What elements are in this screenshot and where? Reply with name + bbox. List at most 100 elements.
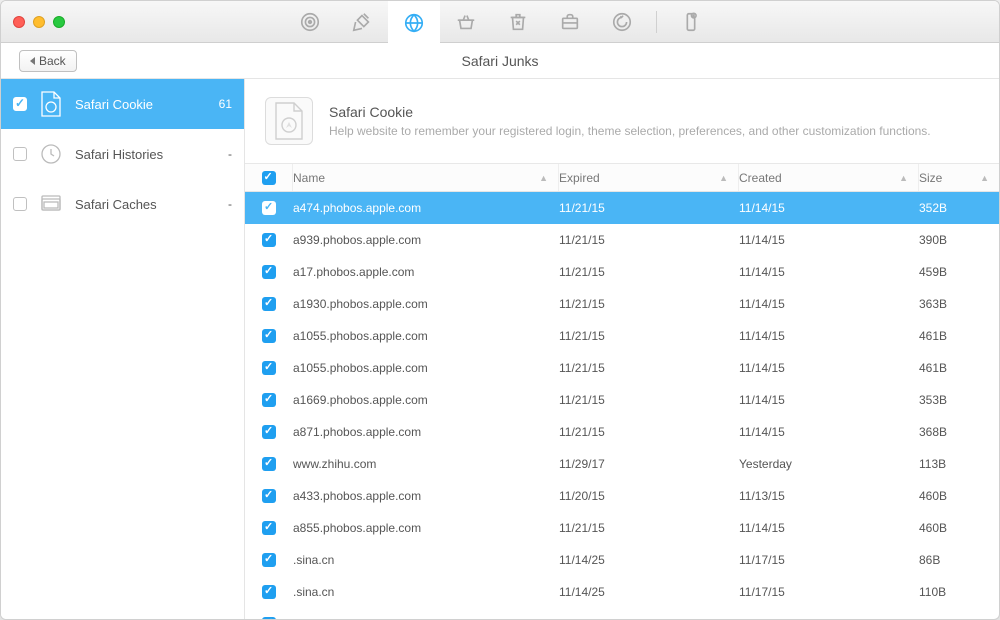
row-name: www.zhihu.com (293, 457, 559, 471)
row-checkbox[interactable] (262, 297, 276, 311)
sidebar-item-safari-cookie[interactable]: Safari Cookie 61 (1, 79, 244, 129)
row-name: a1669.phobos.apple.com (293, 393, 559, 407)
column-name-label: Name (293, 171, 325, 185)
row-name: a17.phobos.apple.com (293, 265, 559, 279)
row-size: 460B (919, 521, 999, 535)
phone-icon[interactable]: 1 (665, 1, 717, 43)
row-checkbox[interactable] (262, 425, 276, 439)
row-created: 11/14/15 (739, 297, 919, 311)
table-body[interactable]: a474.phobos.apple.com 11/21/15 11/14/15 … (245, 192, 999, 619)
row-checkbox[interactable] (262, 489, 276, 503)
back-button[interactable]: Back (19, 50, 77, 72)
page-title: Safari Junks (461, 53, 538, 69)
row-name: a871.phobos.apple.com (293, 425, 559, 439)
toolbox-icon[interactable] (544, 1, 596, 43)
table-row[interactable]: a1055.phobos.apple.com 11/21/15 11/14/15… (245, 352, 999, 384)
row-checkbox[interactable] (262, 457, 276, 471)
sidebar-item-count: - (228, 147, 232, 161)
column-expired[interactable]: Expired▲ (559, 164, 739, 191)
row-size: 460B (919, 489, 999, 503)
table-row[interactable]: www.zhihu.com 11/29/17 Yesterday 113B (245, 448, 999, 480)
table-row[interactable]: .sina.cn 11/24/16 Yesterday 138B (245, 608, 999, 619)
row-checkbox[interactable] (262, 265, 276, 279)
sidebar-item-safari-histories[interactable]: Safari Histories - (1, 129, 244, 179)
window-close-button[interactable] (13, 16, 25, 28)
row-expired: 11/29/17 (559, 457, 739, 471)
detail-header: Safari Cookie Help website to remember y… (245, 79, 999, 164)
row-checkbox[interactable] (262, 553, 276, 567)
row-checkbox-cell[interactable] (245, 233, 293, 247)
row-size: 459B (919, 265, 999, 279)
row-checkbox[interactable] (262, 233, 276, 247)
row-name: a1055.phobos.apple.com (293, 361, 559, 375)
sidebar-item-icon (39, 92, 63, 116)
sidebar-item-label: Safari Cookie (75, 97, 207, 112)
sidebar-checkbox[interactable] (13, 97, 27, 111)
table-row[interactable]: a433.phobos.apple.com 11/20/15 11/13/15 … (245, 480, 999, 512)
refresh-icon[interactable] (596, 1, 648, 43)
row-checkbox-cell[interactable] (245, 393, 293, 407)
broom-icon[interactable] (336, 1, 388, 43)
column-size[interactable]: Size▲ (919, 164, 999, 191)
row-checkbox[interactable] (262, 393, 276, 407)
sort-arrow-icon: ▲ (719, 173, 728, 183)
row-checkbox[interactable] (262, 617, 276, 619)
row-name: a433.phobos.apple.com (293, 489, 559, 503)
row-created: Yesterday (739, 457, 919, 471)
row-checkbox-cell[interactable] (245, 585, 293, 599)
row-checkbox-cell[interactable] (245, 553, 293, 567)
sidebar: Safari Cookie 61 Safari Histories - Safa… (1, 79, 245, 619)
globe-icon[interactable] (388, 1, 440, 43)
row-checkbox[interactable] (262, 201, 276, 215)
target-icon[interactable] (284, 1, 336, 43)
table-row[interactable]: a871.phobos.apple.com 11/21/15 11/14/15 … (245, 416, 999, 448)
row-checkbox[interactable] (262, 585, 276, 599)
content: Safari Cookie 61 Safari Histories - Safa… (1, 79, 999, 619)
sidebar-checkbox[interactable] (13, 147, 27, 161)
row-checkbox-cell[interactable] (245, 361, 293, 375)
row-checkbox-cell[interactable] (245, 617, 293, 619)
select-all-checkbox[interactable] (262, 171, 276, 185)
row-created: 11/17/15 (739, 585, 919, 599)
basket-icon[interactable] (440, 1, 492, 43)
window-minimize-button[interactable] (33, 16, 45, 28)
row-checkbox-cell[interactable] (245, 489, 293, 503)
row-checkbox-cell[interactable] (245, 329, 293, 343)
traffic-lights (13, 16, 65, 28)
table-row[interactable]: a1055.phobos.apple.com 11/21/15 11/14/15… (245, 320, 999, 352)
row-checkbox-cell[interactable] (245, 201, 293, 215)
file-compass-icon (265, 97, 313, 145)
row-name: a855.phobos.apple.com (293, 521, 559, 535)
row-checkbox-cell[interactable] (245, 425, 293, 439)
table-row[interactable]: .sina.cn 11/14/25 11/17/15 110B (245, 576, 999, 608)
header-checkbox-cell[interactable] (245, 164, 293, 191)
row-checkbox[interactable] (262, 521, 276, 535)
sidebar-item-icon (39, 142, 63, 166)
trash-icon[interactable] (492, 1, 544, 43)
row-checkbox[interactable] (262, 361, 276, 375)
row-checkbox-cell[interactable] (245, 457, 293, 471)
window-maximize-button[interactable] (53, 16, 65, 28)
table-row[interactable]: a1669.phobos.apple.com 11/21/15 11/14/15… (245, 384, 999, 416)
sidebar-checkbox[interactable] (13, 197, 27, 211)
row-checkbox-cell[interactable] (245, 265, 293, 279)
row-expired: 11/21/15 (559, 297, 739, 311)
table-row[interactable]: a17.phobos.apple.com 11/21/15 11/14/15 4… (245, 256, 999, 288)
column-name[interactable]: Name▲ (293, 164, 559, 191)
row-checkbox[interactable] (262, 329, 276, 343)
row-checkbox-cell[interactable] (245, 521, 293, 535)
table-row[interactable]: .sina.cn 11/14/25 11/17/15 86B (245, 544, 999, 576)
row-checkbox-cell[interactable] (245, 297, 293, 311)
table-row[interactable]: a855.phobos.apple.com 11/21/15 11/14/15 … (245, 512, 999, 544)
row-expired: 11/20/15 (559, 489, 739, 503)
row-size: 461B (919, 361, 999, 375)
sidebar-item-safari-caches[interactable]: Safari Caches - (1, 179, 244, 229)
sort-arrow-icon: ▲ (899, 173, 908, 183)
row-size: 368B (919, 425, 999, 439)
detail-title: Safari Cookie (329, 104, 979, 120)
table-row[interactable]: a1930.phobos.apple.com 11/21/15 11/14/15… (245, 288, 999, 320)
table-row[interactable]: a474.phobos.apple.com 11/21/15 11/14/15 … (245, 192, 999, 224)
table-row[interactable]: a939.phobos.apple.com 11/21/15 11/14/15 … (245, 224, 999, 256)
column-created[interactable]: Created▲ (739, 164, 919, 191)
row-name: a1055.phobos.apple.com (293, 329, 559, 343)
